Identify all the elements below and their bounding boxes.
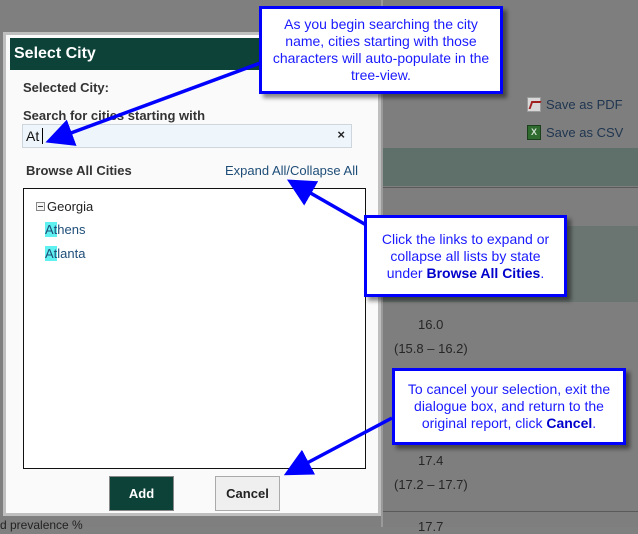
callout-expand-text: Click the links to expand or collapse al… [371,231,560,282]
city-label-rest: hens [57,222,86,237]
city-tree-view: Georgia Athens Atlanta [23,188,366,469]
callout-expand-collapse: Click the links to expand or collapse al… [364,215,567,297]
tree-city-athens[interactable]: Athens [45,222,86,237]
row-divider [383,511,638,512]
csv-icon: X [527,125,541,140]
save-as-csv-label: Save as CSV [546,125,624,140]
selected-city-label: Selected City: [23,80,109,95]
collapse-icon[interactable] [36,202,45,211]
pdf-icon [527,97,541,112]
save-as-csv-link[interactable]: X Save as CSV [527,125,623,140]
report-header-band [383,148,638,186]
city-label-rest: lanta [57,246,86,261]
callout-search: As you begin searching the city name, ci… [259,6,503,94]
report-range: (17.2 – 17.7) [394,477,468,492]
search-label: Search for cities starting with [23,108,206,123]
cancel-button[interactable]: Cancel [215,476,280,511]
callout-cancel: To cancel your selection, exit the dialo… [392,368,626,445]
city-search-input[interactable] [26,127,326,145]
report-value: 17.4 [418,453,444,468]
report-range: (15.8 – 16.2) [394,341,468,356]
callout-expand-bold: Browse All Cities [426,264,541,281]
city-search-field[interactable]: × [22,124,352,148]
match-highlight: At [45,222,58,237]
row-divider [383,187,638,188]
save-as-pdf-link[interactable]: Save as PDF [527,97,623,112]
report-row-label: d prevalence % [0,518,83,532]
add-button[interactable]: Add [109,476,174,511]
clear-search-icon[interactable]: × [337,127,345,142]
tree-node-georgia[interactable]: Georgia [36,199,93,214]
callout-cancel-bold: Cancel [546,415,593,431]
callout-expand-post: . [540,264,545,281]
callout-cancel-post: . [592,415,597,431]
text-caret [42,128,43,144]
match-highlight: At [45,246,58,261]
save-as-pdf-label: Save as PDF [546,97,623,112]
browse-all-cities-label: Browse All Cities [26,163,132,178]
callout-cancel-text: To cancel your selection, exit the dialo… [399,381,619,432]
tree-city-atlanta[interactable]: Atlanta [45,246,86,261]
report-value: 16.0 [418,317,444,332]
expand-collapse-all-link[interactable]: Expand All/Collapse All [225,163,358,178]
state-label: Georgia [47,199,94,214]
select-city-dialog: Select City Selected City: Search for ci… [3,32,381,516]
